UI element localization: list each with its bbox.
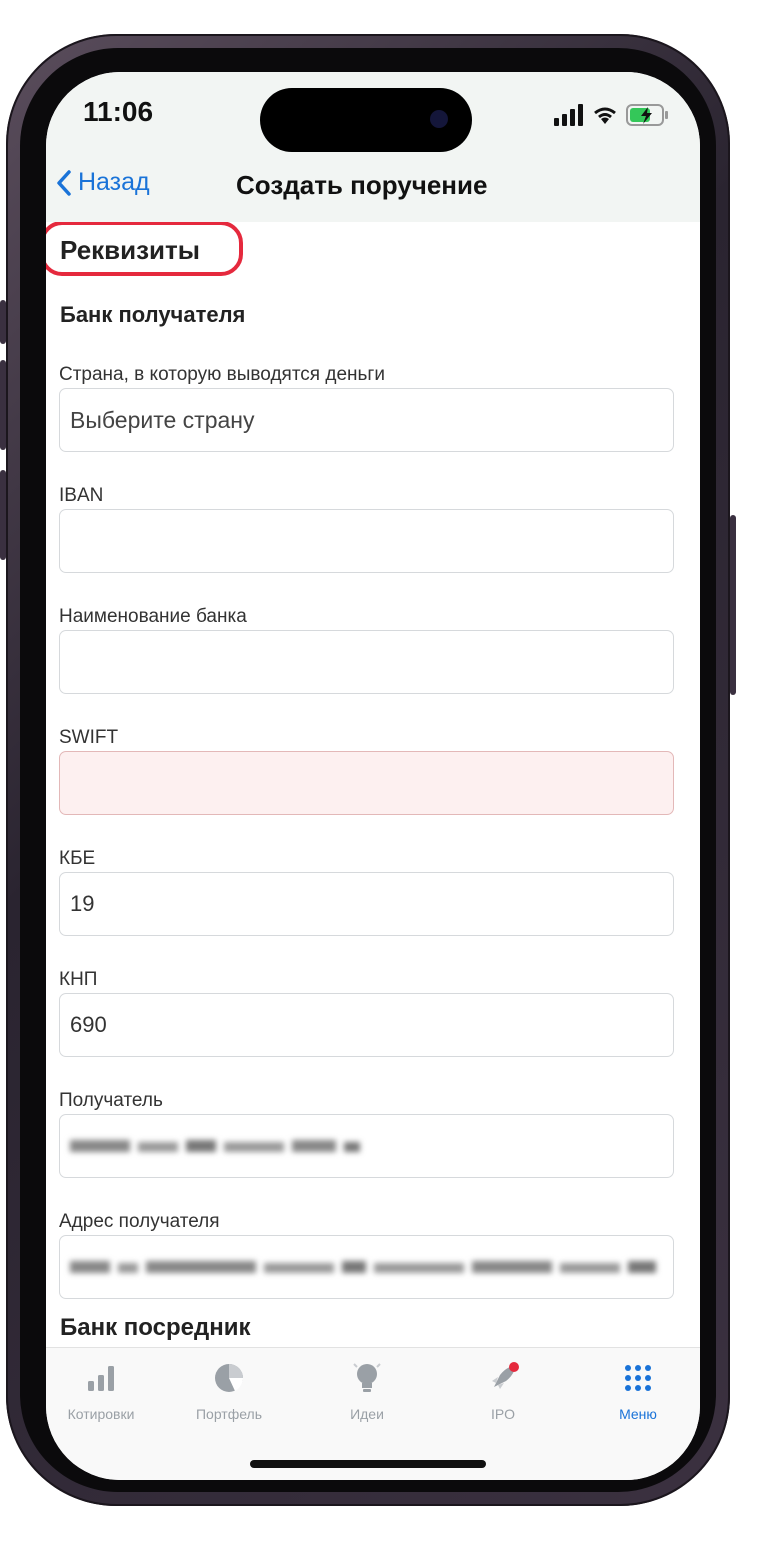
recipient-value-redacted — [70, 1140, 360, 1152]
recipient-label: Получатель — [59, 1090, 163, 1111]
tab-portfolio[interactable]: Портфель — [174, 1358, 284, 1422]
recipient-address-input[interactable] — [59, 1235, 674, 1299]
intermediary-bank-title: Банк посредник — [60, 1314, 251, 1341]
wifi-icon — [594, 107, 616, 124]
status-bar: 11:06 — [46, 72, 700, 162]
phone-screen: 11:06 Назад Создать поручение Реквизиты … — [46, 72, 700, 1480]
camera-icon — [430, 110, 448, 128]
country-select-value: Выберите страну — [70, 406, 255, 433]
country-select[interactable]: Выберите страну — [59, 388, 674, 452]
knp-input[interactable]: 690 — [59, 993, 674, 1057]
tab-ideas[interactable]: Идеи — [312, 1358, 422, 1422]
section-title-requisites: Реквизиты — [60, 235, 200, 265]
status-icons — [554, 102, 670, 128]
bank-recipient-title: Банк получателя — [60, 302, 246, 327]
tab-ipo-label: IPO — [490, 1406, 516, 1422]
grid-menu-icon — [625, 1365, 651, 1391]
swift-input[interactable] — [59, 751, 674, 815]
kbe-label: КБЕ — [59, 848, 96, 869]
home-indicator[interactable] — [250, 1460, 486, 1468]
back-button-label: Назад — [78, 168, 150, 196]
back-button[interactable]: Назад — [56, 168, 150, 197]
iban-input[interactable] — [59, 509, 674, 573]
navigation-bar: Назад Создать поручение — [46, 162, 700, 222]
knp-label: КНП — [59, 969, 98, 990]
chevron-left-icon — [57, 169, 71, 196]
bar-chart-icon — [88, 1366, 114, 1391]
recipient-address-value-redacted — [70, 1261, 656, 1273]
tab-ideas-label: Идеи — [350, 1406, 384, 1422]
tab-quotes[interactable]: Котировки — [46, 1358, 156, 1422]
battery-charging-icon — [626, 104, 668, 126]
status-time: 11:06 — [83, 96, 154, 127]
swift-label: SWIFT — [59, 727, 119, 748]
signal-icon — [554, 104, 583, 126]
silent-switch — [0, 470, 6, 560]
bank-name-label: Наименование банка — [59, 606, 247, 627]
kbe-input[interactable]: 19 — [59, 872, 674, 936]
iban-label: IBAN — [59, 485, 104, 506]
page-title: Создать поручение — [236, 170, 488, 200]
volume-up-button — [0, 300, 6, 344]
tab-ipo[interactable]: IPO — [448, 1358, 558, 1422]
bank-name-input[interactable] — [59, 630, 674, 694]
tab-menu[interactable]: Меню — [583, 1358, 693, 1422]
rocket-icon — [492, 1362, 519, 1389]
tab-quotes-label: Котировки — [67, 1406, 135, 1422]
tab-portfolio-label: Портфель — [195, 1406, 263, 1422]
recipient-address-label: Адрес получателя — [59, 1211, 220, 1232]
tab-menu-label: Меню — [619, 1406, 657, 1422]
pie-chart-icon — [215, 1364, 244, 1392]
country-label: Страна, в которую выводятся деньги — [59, 364, 385, 385]
power-button — [730, 515, 736, 695]
lightbulb-icon — [353, 1363, 381, 1392]
dynamic-island — [260, 88, 472, 152]
recipient-input[interactable] — [59, 1114, 674, 1178]
volume-down-button — [0, 360, 6, 450]
form-content[interactable]: Реквизиты Банк получателя Страна, в кото… — [46, 222, 700, 1347]
